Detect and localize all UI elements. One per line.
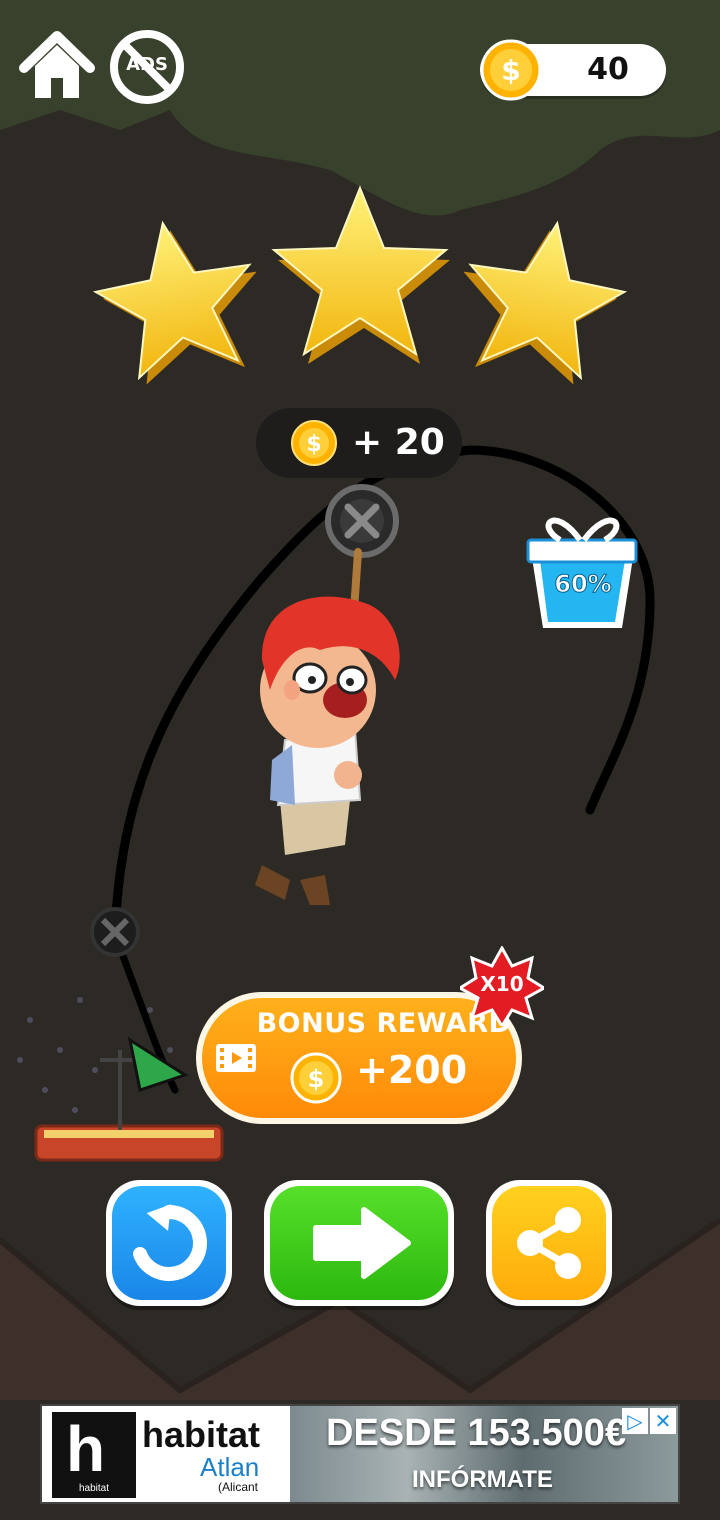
restart-button[interactable] xyxy=(106,1180,232,1306)
game-scene: 60% ADS $ 40 $ + 20 BONUS REWARD $ +200 … xyxy=(0,0,720,1520)
ad-banner[interactable]: h habitat habitat Atlan (Alicant DESDE 1… xyxy=(40,1404,680,1504)
ad-brand: habitat Atlan (Alicant xyxy=(142,1414,261,1495)
ad-logo-caption: habitat xyxy=(78,1483,110,1494)
hero-character xyxy=(255,596,400,905)
ad-logo: h habitat xyxy=(52,1412,136,1498)
video-ad-icon xyxy=(216,1044,256,1072)
ad-logo-letter: h xyxy=(66,1413,106,1485)
coin-reward-amount: + 20 xyxy=(352,422,445,463)
ad-headline: DESDE 153.500€ xyxy=(326,1412,626,1454)
restart-icon xyxy=(133,1204,207,1281)
trap-platform xyxy=(34,1036,224,1162)
gift-progress-label: 60% xyxy=(554,570,612,599)
ad-brand-name: habitat xyxy=(142,1414,261,1455)
multiplier-label: X10 xyxy=(480,972,524,996)
home-icon xyxy=(19,31,95,98)
coin-icon: $ xyxy=(291,420,337,466)
share-button[interactable] xyxy=(486,1180,612,1306)
ad-brand-sub: Atlan xyxy=(200,1452,260,1482)
home-button[interactable] xyxy=(18,28,96,104)
svg-text:$: $ xyxy=(501,54,520,87)
coin-icon: $ xyxy=(480,39,542,101)
big-pulley xyxy=(325,484,399,558)
coin-count: 40 xyxy=(587,52,629,87)
coin-counter: $ 40 xyxy=(480,39,666,101)
level-coin-reward: $ + 20 xyxy=(256,408,462,478)
star-3 xyxy=(463,220,628,385)
ad-cta[interactable]: INFÓRMATE xyxy=(412,1466,553,1494)
no-ads-label: ADS xyxy=(126,54,168,75)
ad-location: (Alicant xyxy=(218,1480,259,1494)
share-icon xyxy=(517,1207,581,1279)
arrow-right-icon xyxy=(313,1207,411,1279)
svg-text:$: $ xyxy=(308,1065,325,1093)
star-1 xyxy=(92,220,257,385)
bonus-reward-amount: +200 xyxy=(356,1048,468,1092)
ad-close-icon[interactable]: ✕ xyxy=(650,1408,676,1434)
multiplier-badge: X10 xyxy=(457,944,547,1029)
coin-icon: $ xyxy=(290,1052,342,1104)
ad-info-icon[interactable]: ▷ xyxy=(622,1408,648,1434)
no-ads-button[interactable]: ADS xyxy=(108,28,186,106)
next-level-button[interactable] xyxy=(264,1180,454,1306)
small-pulley xyxy=(90,907,140,957)
star-2 xyxy=(271,185,450,364)
svg-text:$: $ xyxy=(306,432,321,457)
star-rating xyxy=(92,185,628,385)
